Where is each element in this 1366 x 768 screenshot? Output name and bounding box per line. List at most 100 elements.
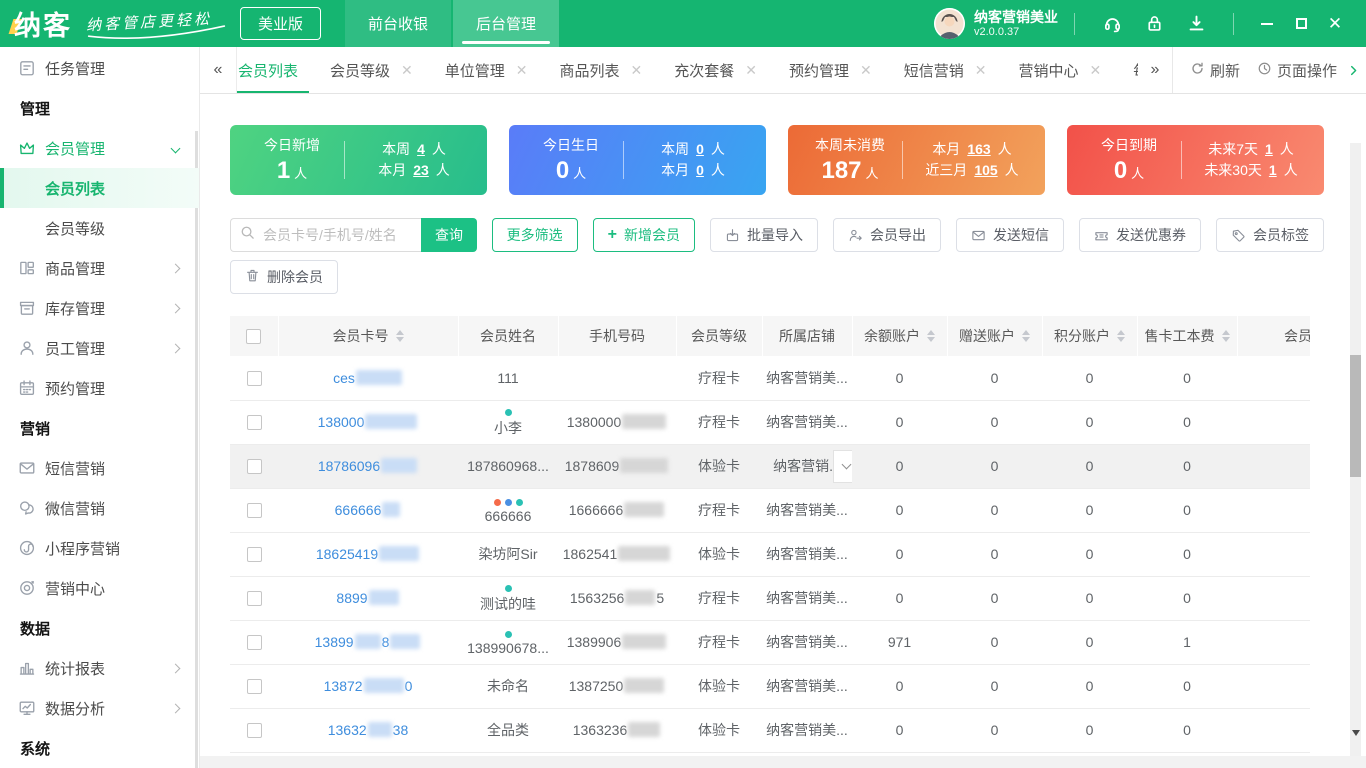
tab-商品列表[interactable]: 商品列表 ✕ [544,47,659,93]
row-checkbox[interactable] [246,679,262,695]
table-row[interactable]: 13872 0 未命名 1387250 体验卡 纳客营销美... 0 0 0 0 [230,664,1310,709]
stat-sub-value[interactable]: 105 [974,160,997,181]
action-会员导出-button[interactable]: 会员导出 [833,218,941,252]
refresh-button[interactable]: 刷新 [1190,60,1240,81]
sidebar-item-统计报表[interactable]: 统计报表 [0,648,199,688]
row-checkbox[interactable] [246,459,262,475]
page-scrollbar[interactable] [1350,143,1361,756]
tab-close-icon[interactable]: ✕ [631,63,643,77]
tab-close-icon[interactable]: ✕ [401,63,413,77]
table-row[interactable]: 666666 666666 1666666 疗程卡 纳客营销美... 0 0 0 0 [230,488,1310,533]
table-row[interactable]: 8899 测试的哇 1563256 5 疗程卡 纳客营销美... 0 0 0 0 [230,576,1310,621]
stat-sub-value[interactable]: 1 [1265,139,1273,160]
scrollbar-down-arrow[interactable] [1352,730,1360,736]
add-member-button[interactable]: + 新增会员 [592,218,695,252]
stat-card-本周未消费[interactable]: 本周未消费 187 人本月 163 人近三月 105 人 [788,125,1045,195]
sort-icon[interactable] [927,330,935,342]
edition-badge[interactable]: 美业版 [240,7,322,40]
sort-icon[interactable] [395,330,404,342]
stat-sub-value[interactable]: 1 [1269,160,1277,181]
topnav-后台管理[interactable]: 后台管理 [453,0,560,47]
tab-close-icon[interactable]: ✕ [1090,63,1102,77]
member-card-link[interactable]: 13872 0 [324,678,412,694]
sidebar-item-商品管理[interactable]: 商品管理 [0,248,199,288]
close-button[interactable]: ✕ [1318,14,1352,34]
member-card-link[interactable]: ces [333,369,403,386]
member-card-link[interactable]: 666666 [335,502,402,518]
more-filters-button[interactable]: 更多筛选 [491,218,578,252]
tab-close-icon[interactable]: ✕ [860,63,872,77]
store-expand-button[interactable] [833,449,852,483]
lock-screen-icon[interactable] [1144,14,1164,34]
row-checkbox[interactable] [246,371,262,387]
sort-icon[interactable] [1022,330,1030,342]
header-card[interactable]: 会员卡号 [278,316,459,356]
action-会员标签-button[interactable]: 会员标签 [1216,218,1324,252]
tab-close-icon[interactable]: ✕ [745,63,757,77]
sidebar-item-营销中心[interactable]: 营销中心 [0,568,199,608]
row-checkbox[interactable] [246,591,262,607]
collapse-tabs-button[interactable]: « [200,47,237,93]
tab-每日对账[interactable]: 每日对账✕ [1117,47,1138,93]
sidebar-item-小程序营销[interactable]: 小程序营销 [0,528,199,568]
sidebar-item-微信营销[interactable]: 微信营销 [0,488,199,528]
sort-icon[interactable] [1221,330,1230,342]
member-card-link[interactable]: 138000 [318,414,419,430]
action-发送优惠券-button[interactable]: 发送优惠券 [1079,218,1201,252]
search-button[interactable]: 查询 [421,218,477,252]
row-checkbox[interactable] [246,503,262,519]
table-row[interactable]: 18786096 187860968... 1878609 体验卡 纳客营销... 0 0 0… [230,444,1310,489]
table-row[interactable]: ces 111 疗程卡 纳客营销美... 0 0 0 0 [230,356,1310,401]
sidebar-item-短信营销[interactable]: 短信营销 [0,448,199,488]
tab-会员等级[interactable]: 会员等级 ✕ [314,47,429,93]
stat-sub-value[interactable]: 23 [413,160,429,181]
stat-sub-value[interactable]: 0 [696,160,704,181]
stat-sub-value[interactable]: 163 [967,139,990,160]
tab-营销中心[interactable]: 营销中心 ✕ [1003,47,1118,93]
select-all-checkbox[interactable] [246,329,262,345]
support-headset-icon[interactable] [1102,14,1122,34]
row-checkbox[interactable] [246,415,262,431]
sort-icon[interactable] [1117,330,1125,342]
stat-card-今日新增[interactable]: 今日新增 1 人本周 4 人本月 23 人 [230,125,487,195]
member-card-link[interactable]: 8899 [336,590,399,606]
user-info[interactable]: 纳客营销美业 v2.0.0.37 [934,8,1058,39]
page-scrollbar-thumb[interactable] [1350,355,1361,477]
row-checkbox[interactable] [246,723,262,739]
row-checkbox[interactable] [246,635,262,651]
sidebar-subitem-会员等级[interactable]: 会员等级 [0,208,199,248]
stat-sub-value[interactable]: 0 [696,139,704,160]
action-批量导入-button[interactable]: 批量导入 [710,218,818,252]
minimize-button[interactable] [1250,14,1284,34]
member-card-link[interactable]: 13899 8 [315,634,422,650]
table-row[interactable]: 18625419 染坊阿Sir 1862541 体验卡 纳客营销美... 0 0 0 0 [230,532,1310,577]
table-row[interactable]: 13899 8 138990678... 1389906 疗程卡 纳客营销美... 971 0… [230,620,1310,665]
tab-充次套餐[interactable]: 充次套餐 ✕ [658,47,773,93]
page-ops-chevron-icon[interactable] [1347,64,1360,77]
sidebar-scrollbar[interactable] [195,131,198,768]
member-card-link[interactable]: 18786096 [318,458,418,474]
page-ops-button[interactable]: 页面操作 [1257,60,1337,81]
row-checkbox[interactable] [246,547,262,563]
sidebar-item-预约管理[interactable]: 预约管理 [0,368,199,408]
maximize-button[interactable] [1284,14,1318,34]
member-card-link[interactable]: 13632 38 [328,722,408,738]
sidebar-item-员工管理[interactable]: 员工管理 [0,328,199,368]
sidebar-item-会员管理[interactable]: 会员管理 [0,128,199,168]
table-row[interactable]: 138000 小李 1380000 疗程卡 纳客营销美... 0 0 0 0 [230,400,1310,445]
header-balance[interactable]: 余额账户 [852,316,948,356]
delete-member-button[interactable]: 删除会员 [230,260,338,294]
header-gift[interactable]: 赠送账户 [947,316,1043,356]
expand-tabs-button[interactable]: » [1138,61,1172,79]
sidebar-item-数据分析[interactable]: 数据分析 [0,688,199,728]
member-card-link[interactable]: 18625419 [316,546,420,562]
header-fee[interactable]: 售卡工本费 [1137,316,1238,356]
download-icon[interactable] [1186,14,1206,34]
table-row[interactable]: 13632 38 全品类 1363236 体验卡 纳客营销美... 0 0 0 0 [230,708,1310,753]
tab-短信营销[interactable]: 短信营销 ✕ [888,47,1003,93]
stat-card-今日生日[interactable]: 今日生日 0 人本周 0 人本月 0 人 [509,125,766,195]
search-input[interactable] [261,226,413,244]
tab-预约管理[interactable]: 预约管理 ✕ [773,47,888,93]
tab-单位管理[interactable]: 单位管理 ✕ [429,47,544,93]
tab-close-icon[interactable]: ✕ [516,63,528,77]
